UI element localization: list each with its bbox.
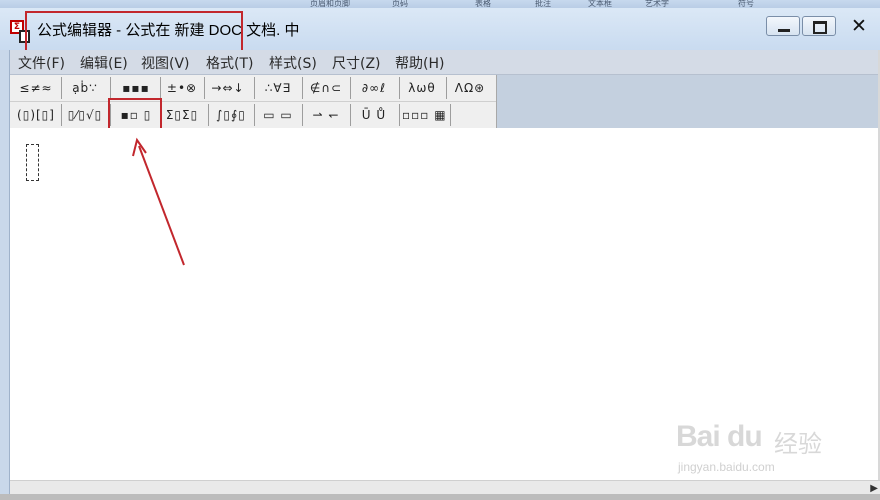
toolbar-separator	[254, 77, 255, 99]
toolbar-separator	[204, 77, 205, 99]
menu-format[interactable]: 格式(T)	[206, 53, 253, 73]
greek-lowercase-palette-icon[interactable]: λωθ	[402, 78, 442, 98]
toolbar-separator	[350, 77, 351, 99]
bottom-window-strip	[0, 494, 880, 500]
background-ribbon-item: 表格	[475, 0, 491, 8]
summation-templates-icon[interactable]: Σ▯Σ▯	[162, 105, 202, 125]
scroll-right-icon[interactable]: ▶	[870, 483, 878, 494]
menu-size[interactable]: 尺寸(Z)	[332, 53, 381, 73]
template-palette-row: (▯)[▯] ▯⁄▯√▯ ▪▫ ▯ Σ▯Σ▯ ∫▯∮▯ ▭ ▭ ⇀ ↽ Ū Ů …	[10, 102, 496, 128]
background-ribbon-item: 页码	[392, 0, 408, 8]
set-theory-palette-icon[interactable]: ∉∩⊂	[306, 78, 346, 98]
title-bar[interactable]: Σ 公式编辑器 - 公式在 新建 DOC 文档. 中 ✕	[0, 8, 880, 53]
window-left-border	[0, 50, 10, 500]
underbar-overbar-templates-icon[interactable]: ▭ ▭	[258, 105, 298, 125]
embellishments-palette-icon[interactable]: ▪▪▪	[114, 78, 158, 98]
minimize-button[interactable]	[766, 16, 800, 36]
toolbar-separator	[110, 77, 111, 99]
maximize-button[interactable]	[802, 16, 836, 36]
menu-style[interactable]: 样式(S)	[269, 53, 317, 73]
watermark-logo: Bai du	[676, 420, 763, 453]
background-ribbon-item: 艺术字	[645, 0, 669, 8]
toolbar-separator	[61, 104, 62, 126]
toolbar-separator	[254, 104, 255, 126]
watermark-url: jingyan.baidu.com	[678, 460, 775, 474]
menu-edit[interactable]: 编辑(E)	[80, 53, 128, 73]
toolbar-separator	[350, 104, 351, 126]
relations-palette-icon[interactable]: ≤≠≈	[16, 78, 56, 98]
toolbar-separator	[302, 77, 303, 99]
equation-toolbar: ≤≠≈ ạḃ∵ ▪▪▪ ±•⊗ →⇔↓ ∴∀∃ ∉∩⊂ ∂∞ℓ λωθ ΛΩ⊛ …	[10, 75, 497, 128]
toolbar-separator	[208, 104, 209, 126]
menu-file[interactable]: 文件(F)	[18, 53, 65, 73]
operators-palette-icon[interactable]: ±•⊗	[164, 78, 200, 98]
background-ribbon-item: 符号	[738, 0, 754, 8]
menu-help[interactable]: 帮助(H)	[395, 53, 444, 73]
fraction-radical-templates-icon[interactable]: ▯⁄▯√▯	[65, 105, 105, 125]
symbol-palette-row: ≤≠≈ ạḃ∵ ▪▪▪ ±•⊗ →⇔↓ ∴∀∃ ∉∩⊂ ∂∞ℓ λωθ ΛΩ⊛	[10, 75, 496, 102]
fence-templates-icon[interactable]: (▯)[▯]	[16, 105, 56, 125]
empty-equation-slot[interactable]	[26, 144, 39, 181]
spaces-ellipses-palette-icon[interactable]: ạḃ∵	[65, 78, 105, 98]
labeled-arrow-templates-icon[interactable]: ⇀ ↽	[306, 105, 346, 125]
close-button[interactable]: ✕	[838, 16, 880, 36]
background-ribbon-item: 批注	[535, 0, 551, 8]
background-ribbon-item: 页眉和页脚	[310, 0, 350, 8]
toolbar-separator	[160, 77, 161, 99]
products-set-theory-templates-icon[interactable]: Ū Ů	[354, 105, 394, 125]
toolbar-separator	[399, 104, 400, 126]
logic-palette-icon[interactable]: ∴∀∃	[258, 78, 298, 98]
background-app-strip: 页眉和页脚 页码 表格 批注 文本框 艺术字 符号	[0, 0, 880, 8]
greek-uppercase-palette-icon[interactable]: ΛΩ⊛	[450, 78, 490, 98]
toolbar-separator	[446, 77, 447, 99]
toolbar-separator	[450, 104, 451, 126]
title-annotation-box	[25, 11, 243, 53]
baidu-jingyan-watermark: Bai du 经验 jingyan.baidu.com	[672, 400, 842, 480]
toolbar-separator	[399, 77, 400, 99]
integral-templates-icon[interactable]: ∫▯∮▯	[211, 105, 251, 125]
menu-view[interactable]: 视图(V)	[141, 53, 190, 73]
misc-symbols-palette-icon[interactable]: ∂∞ℓ	[354, 78, 394, 98]
matrix-templates-icon[interactable]: ▫▫▫ ▦	[402, 105, 446, 125]
arrows-palette-icon[interactable]: →⇔↓	[207, 78, 249, 98]
toolbar-separator	[61, 77, 62, 99]
menu-bar: 文件(F) 编辑(E) 视图(V) 格式(T) 样式(S) 尺寸(Z) 帮助(H…	[10, 50, 880, 75]
background-ribbon-item: 文本框	[588, 0, 612, 8]
watermark-text: 经验	[774, 430, 822, 458]
template-annotation-box	[108, 98, 162, 132]
toolbar-separator	[302, 104, 303, 126]
